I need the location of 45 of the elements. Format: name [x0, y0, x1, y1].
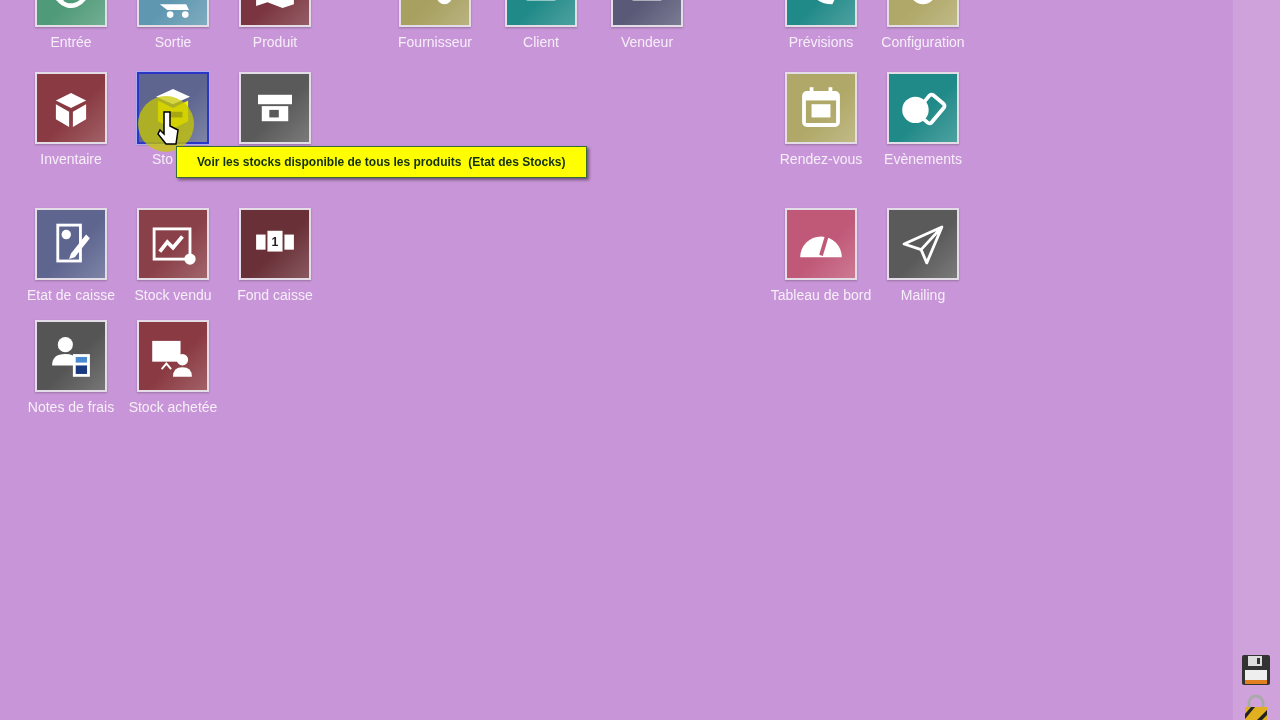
app-label: Evènements: [884, 151, 962, 167]
app-tile[interactable]: [785, 72, 857, 144]
store-icon: [258, 94, 292, 122]
app-label: Tableau de bord: [770, 287, 872, 303]
app-tile[interactable]: [239, 72, 311, 144]
app-label: Vendeur: [620, 34, 674, 50]
app-tile[interactable]: [35, 72, 107, 144]
lock-icon[interactable]: [1243, 694, 1269, 720]
app-tile[interactable]: [887, 72, 959, 144]
app-label: Sortie: [154, 34, 192, 50]
app-label: Prévisions: [788, 34, 854, 50]
app-label: Notes de frais: [27, 399, 115, 415]
app-label: Client: [523, 34, 559, 50]
presentation-icon: [152, 340, 192, 377]
app-label: Produit: [252, 34, 298, 50]
score-digit: 1: [271, 234, 279, 249]
app-tile[interactable]: [35, 320, 107, 392]
app-label: Mailing: [900, 287, 946, 303]
app-label: Configuration: [881, 34, 965, 50]
app-label: Sto: [152, 151, 173, 167]
app-tile[interactable]: [137, 320, 209, 392]
box-icon: [55, 92, 87, 127]
cart-icon: [159, 4, 190, 18]
chart-icon: [152, 227, 196, 265]
app-label: Stock vendu: [134, 287, 212, 303]
tooltip: Voir les stocks disponible de tous les produits (Etat des Stocks): [176, 146, 587, 178]
person-calculator-icon: [52, 337, 90, 377]
paper-plane-icon: [902, 225, 944, 265]
app-tile[interactable]: [35, 208, 107, 280]
app-label: Rendez-vous: [779, 151, 863, 167]
app-tile[interactable]: 1: [239, 208, 311, 280]
globe-ticket-icon: [902, 91, 948, 127]
app-label: Entrée: [50, 34, 92, 50]
app-label: Fournisseur: [398, 34, 472, 50]
gauge-icon: [800, 235, 842, 258]
app-tile[interactable]: [137, 208, 209, 280]
calendar-icon: [802, 87, 840, 127]
save-icon[interactable]: [1241, 654, 1271, 686]
app-tile[interactable]: [785, 208, 857, 280]
app-label: Fond caisse: [237, 287, 313, 303]
app-label: Stock achetée: [128, 399, 218, 415]
app-label: Inventaire: [40, 151, 102, 167]
app-tile[interactable]: [887, 208, 959, 280]
document-pencil-icon: [56, 223, 90, 263]
app-label: Etat de caisse: [27, 287, 115, 303]
